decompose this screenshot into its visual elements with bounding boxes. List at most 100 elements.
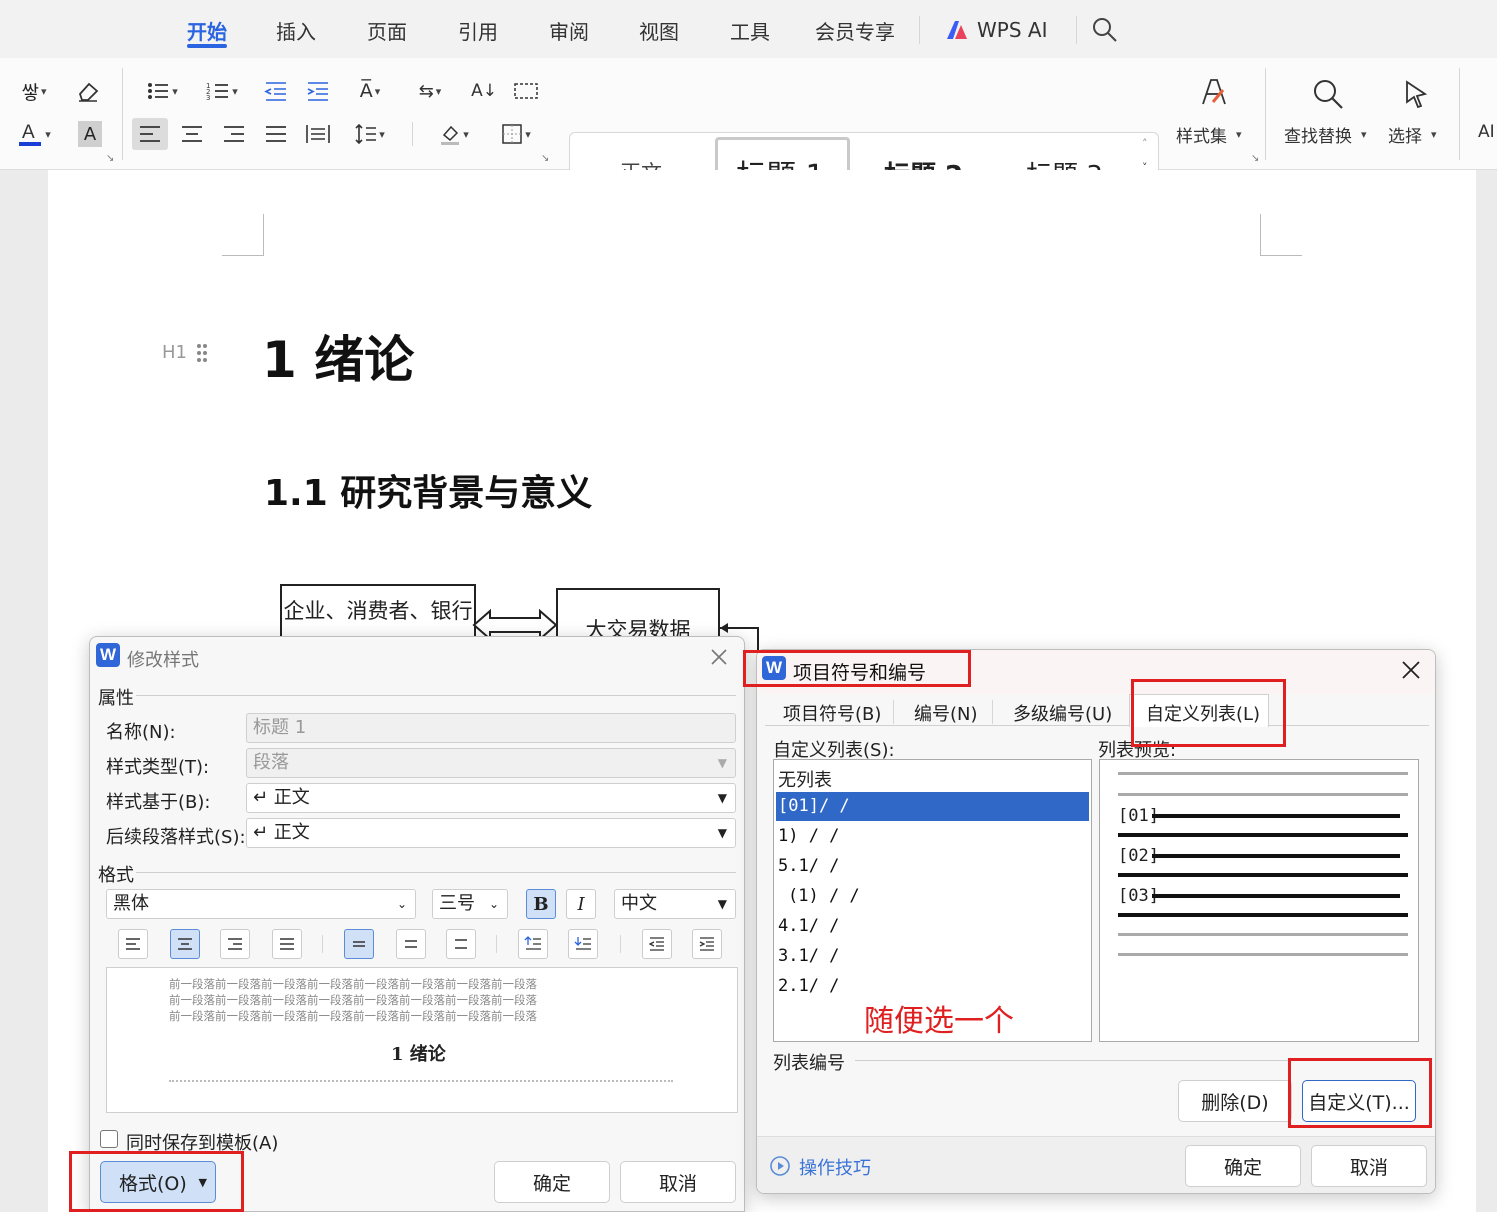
align-center-icon[interactable] <box>178 118 206 150</box>
scroll-up-icon[interactable]: ˄ <box>1142 137 1148 150</box>
play-tips-icon[interactable] <box>769 1155 791 1177</box>
style-type-select[interactable]: 段落 ▼ <box>246 748 736 778</box>
tab-page[interactable]: 页面 <box>367 16 407 45</box>
list-item[interactable]: 4.1/ / <box>778 916 839 936</box>
eraser-icon[interactable] <box>74 76 102 106</box>
based-on-select[interactable]: ↵ 正文 ▼ <box>246 783 736 813</box>
font-color-icon[interactable]: A ▾ <box>12 118 56 150</box>
cancel-button[interactable]: 取消 <box>620 1161 736 1203</box>
language-select[interactable]: 中文 ▼ <box>614 889 736 919</box>
increase-indent-icon[interactable] <box>304 76 332 106</box>
heading-1[interactable]: 1 绪论 <box>262 320 414 392</box>
sort-icon[interactable]: A↓ <box>470 76 498 106</box>
delete-button[interactable]: 删除(D) <box>1178 1080 1292 1122</box>
tips-link[interactable]: 操作技巧 <box>799 1154 871 1180</box>
divider <box>855 1060 1419 1061</box>
align-right-icon[interactable] <box>220 118 248 150</box>
search-icon[interactable] <box>1092 17 1118 43</box>
save-template-label[interactable]: 同时保存到模板(A) <box>126 1129 278 1155</box>
list-item[interactable]: (1) / / <box>788 886 860 906</box>
font-size-select[interactable]: 三号 ⌄ <box>432 889 508 919</box>
tab-custom-list[interactable]: 自定义列表(L) <box>1146 700 1260 726</box>
space-after-icon[interactable] <box>568 929 598 959</box>
save-template-checkbox[interactable] <box>100 1130 118 1148</box>
bullets-numbering-dialog: W 项目符号和编号 项目符号(B) 编号(N) 多级编号(U) 自定义列表(L)… <box>756 649 1436 1194</box>
font-select[interactable]: 黑体 ⌄ <box>106 889 416 919</box>
borders-icon[interactable]: ▾ <box>494 118 538 150</box>
one-half-spacing-icon[interactable] <box>396 929 426 959</box>
italic-button[interactable]: I <box>566 889 596 919</box>
ok-button[interactable]: 确定 <box>1185 1145 1301 1187</box>
close-icon[interactable] <box>710 648 728 666</box>
double-spacing-icon[interactable] <box>446 929 476 959</box>
bold-button[interactable]: B <box>526 889 556 919</box>
list-item[interactable]: 5.1/ / <box>778 856 839 876</box>
align-center-icon[interactable] <box>170 929 200 959</box>
launcher-icon[interactable]: ↘ <box>106 153 114 164</box>
select-cursor-icon[interactable] <box>1396 74 1436 114</box>
custom-list-box[interactable]: 无列表 [01]/ / 1) / / 5.1/ / (1) / / 4.1/ /… <box>773 759 1092 1042</box>
divider <box>620 935 621 953</box>
preview-line <box>1118 953 1408 956</box>
ai-label[interactable]: AI <box>1478 122 1495 142</box>
numbered-list-icon[interactable]: 1 2 3 ▾ <box>200 76 244 106</box>
tab-numbering[interactable]: 编号(N) <box>914 700 978 726</box>
annotation-text: 随便选一个 <box>864 1004 1014 1039</box>
find-replace-label[interactable]: 查找替换 <box>1284 122 1352 147</box>
tab-home[interactable]: 开始 <box>187 16 227 45</box>
space-before-icon[interactable] <box>518 929 548 959</box>
margin-corner <box>1260 214 1302 256</box>
tab-references[interactable]: 引用 <box>458 16 498 45</box>
preview-line <box>1118 772 1408 775</box>
show-marks-icon[interactable] <box>512 76 540 106</box>
char-shading-icon[interactable]: A <box>78 121 102 147</box>
decrease-indent-icon[interactable] <box>642 929 672 959</box>
single-spacing-icon[interactable] <box>344 929 374 959</box>
select-label[interactable]: 选择 <box>1388 122 1422 147</box>
launcher-icon[interactable]: ↘ <box>541 153 549 164</box>
tab-review[interactable]: 审阅 <box>549 16 589 45</box>
style-set-label[interactable]: 样式集 <box>1176 122 1227 147</box>
bidi-icon[interactable]: ⇆ ▾ <box>408 76 452 106</box>
align-right-icon[interactable] <box>220 929 250 959</box>
increase-indent-icon[interactable] <box>692 929 722 959</box>
style-set-icon[interactable] <box>1194 74 1230 110</box>
list-item[interactable]: 无列表 <box>778 766 832 792</box>
pinyin-guide-icon[interactable]: 쌓 ▾ <box>12 76 56 106</box>
tab-bullets[interactable]: 项目符号(B) <box>783 700 881 726</box>
format-button[interactable]: 格式(O) ▼ <box>100 1161 216 1203</box>
next-style-label: 后续段落样式(S): <box>106 827 246 848</box>
next-style-select[interactable]: ↵ 正文 ▼ <box>246 818 736 848</box>
align-left-icon[interactable] <box>132 118 168 150</box>
list-item[interactable]: 2.1/ / <box>778 976 839 996</box>
drag-handle-icon[interactable] <box>196 343 208 363</box>
list-item[interactable]: 3.1/ / <box>778 946 839 966</box>
distribute-icon[interactable] <box>304 118 332 150</box>
list-item[interactable]: 1) / / <box>778 826 839 846</box>
line-spacing-icon[interactable]: ▾ <box>348 118 392 150</box>
close-icon[interactable] <box>1401 660 1421 680</box>
tab-insert[interactable]: 插入 <box>276 16 316 45</box>
find-replace-icon[interactable] <box>1308 74 1348 114</box>
preview-next-paragraph <box>169 1080 673 1082</box>
tab-multilevel[interactable]: 多级编号(U) <box>1013 700 1112 726</box>
name-field[interactable]: 标题 1 <box>246 713 736 743</box>
ok-button[interactable]: 确定 <box>494 1161 610 1203</box>
divider <box>1076 16 1077 44</box>
wps-ai-button[interactable]: WPS AI <box>945 18 1047 42</box>
text-direction-icon[interactable]: A̅ ▾ <box>348 76 392 106</box>
customize-button[interactable]: 自定义(T)... <box>1302 1080 1416 1122</box>
align-left-icon[interactable] <box>118 929 148 959</box>
shading-icon[interactable]: ▾ <box>432 118 476 150</box>
justify-icon[interactable] <box>272 929 302 959</box>
decrease-indent-icon[interactable] <box>262 76 290 106</box>
bullet-list-icon[interactable]: ▾ <box>140 76 184 106</box>
justify-icon[interactable] <box>262 118 290 150</box>
tab-view[interactable]: 视图 <box>639 16 679 45</box>
tab-tools[interactable]: 工具 <box>730 16 770 45</box>
cancel-button[interactable]: 取消 <box>1311 1145 1427 1187</box>
launcher-icon[interactable]: ↘ <box>1251 153 1259 164</box>
tab-member[interactable]: 会员专享 <box>815 16 895 45</box>
heading-2[interactable]: 1.1 研究背景与意义 <box>264 464 592 516</box>
list-item[interactable]: [01]/ / <box>778 796 850 816</box>
